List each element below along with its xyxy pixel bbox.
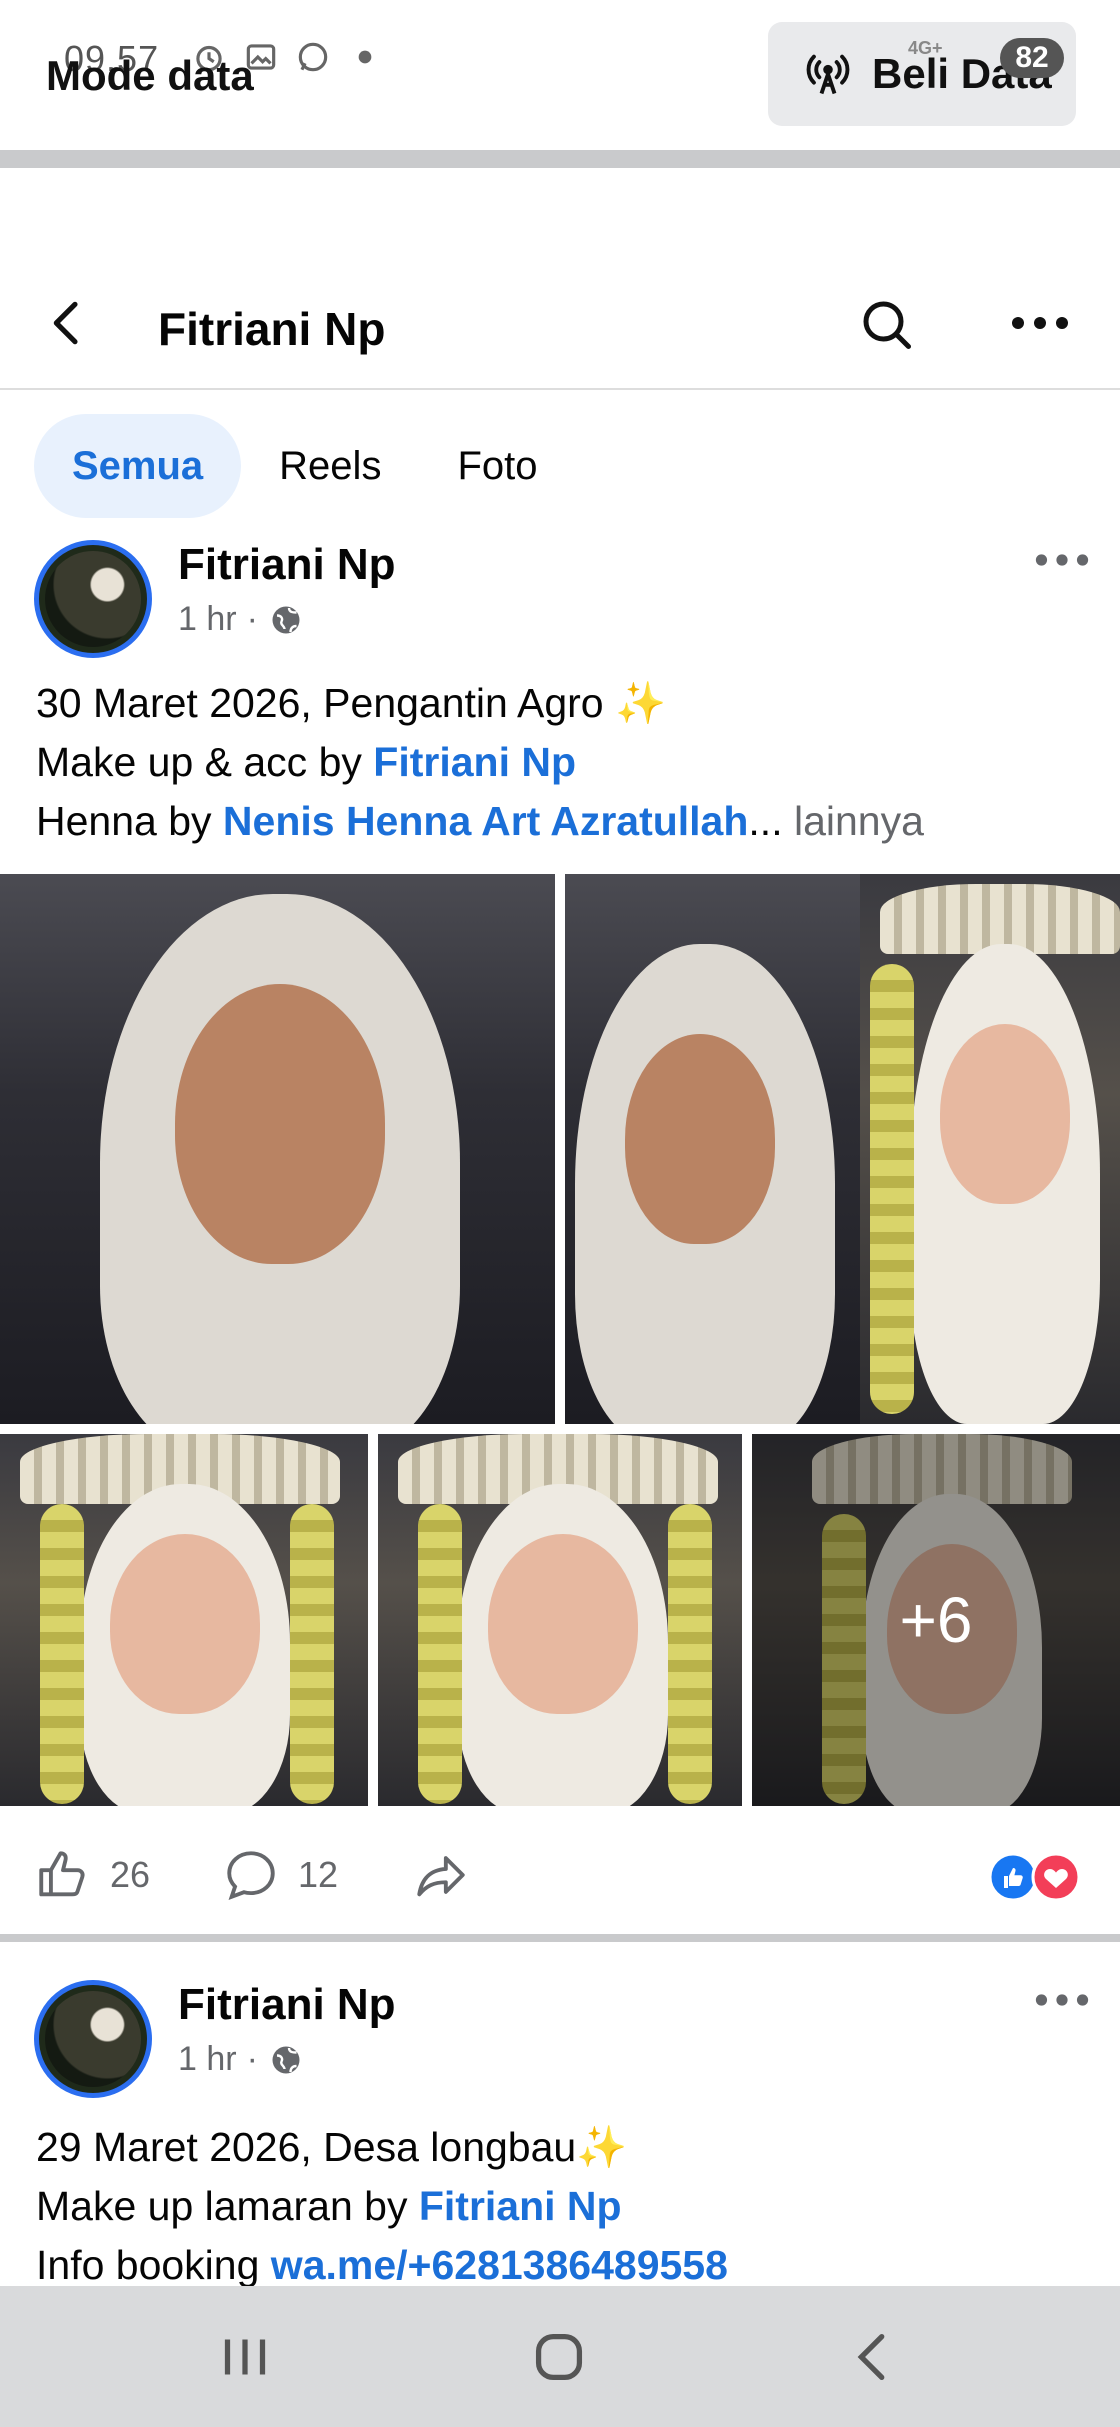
comment-button[interactable]: 12 — [222, 1846, 338, 1904]
tab-reels[interactable]: Reels — [241, 414, 419, 518]
post-header: Fitriani Np 1 hr · — [0, 540, 1120, 680]
like-button[interactable]: 26 — [34, 1846, 150, 1904]
search-icon[interactable] — [856, 294, 916, 354]
broadcast-icon — [806, 54, 850, 95]
tab-foto[interactable]: Foto — [419, 414, 575, 518]
page-header: Fitriani Np — [0, 260, 1120, 390]
post-author[interactable]: Fitriani Np — [178, 1980, 396, 2030]
post-text: 30 Maret 2026, Pengantin Agro ✨ Make up … — [36, 674, 924, 851]
post-line-text: Henna by — [36, 798, 223, 844]
network-indicator: 4G+ — [908, 38, 943, 58]
post-more-icon[interactable] — [1034, 1988, 1090, 2012]
tag-link[interactable]: Fitriani Np — [373, 739, 576, 785]
banner-divider — [0, 150, 1120, 168]
whatsapp-link[interactable]: wa.me/+6281386489558 — [271, 2242, 728, 2288]
post-time[interactable]: 1 hr — [178, 2040, 237, 2079]
whatsapp-icon — [298, 42, 328, 72]
post-text: 29 Maret 2026, Desa longbau✨ Make up lam… — [36, 2118, 728, 2295]
globe-icon — [272, 2046, 300, 2073]
globe-icon — [272, 606, 300, 633]
post-photo[interactable] — [0, 874, 555, 1424]
more-options-icon[interactable] — [1010, 308, 1070, 338]
avatar[interactable] — [34, 1980, 152, 2098]
post-meta: 1 hr · — [178, 600, 304, 639]
post-line: 30 Maret 2026, Pengantin Agro ✨ — [36, 674, 924, 733]
post-line-text: 30 Maret 2026, Pengantin Agro — [36, 680, 615, 726]
post-line-text: Info booking — [36, 2242, 271, 2288]
post-divider — [0, 1934, 1120, 1942]
post-photo[interactable] — [378, 1434, 742, 1806]
home-icon[interactable] — [524, 2322, 594, 2392]
post-line-text: Make up & acc by — [36, 739, 374, 785]
post-more-icon[interactable] — [1034, 548, 1090, 572]
share-button[interactable] — [412, 1846, 470, 1904]
post-photo[interactable] — [565, 874, 860, 1424]
notification-dot-icon — [358, 50, 372, 64]
post-header: Fitriani Np 1 hr · — [0, 1980, 1120, 2120]
post-line: Make up & acc by Fitriani Np — [36, 733, 924, 792]
like-count: 26 — [110, 1854, 151, 1895]
sparkle-icon: ✨ — [614, 680, 667, 726]
tag-link[interactable]: Nenis Henna Art Azratullah — [223, 798, 749, 844]
system-nav-bar — [0, 2286, 1120, 2427]
back-arrow-icon[interactable] — [40, 295, 96, 351]
reactions-icon[interactable] — [988, 1852, 1088, 1902]
thumbs-up-icon — [39, 1851, 85, 1897]
post-time[interactable]: 1 hr — [178, 600, 237, 639]
meta-separator: · — [246, 600, 258, 638]
tag-link[interactable]: Fitriani Np — [419, 2183, 622, 2229]
mode-data-label: Mode data — [46, 52, 254, 99]
more-photos-count: +6 — [752, 1434, 1120, 1806]
post-photo-more[interactable]: +6 — [752, 1434, 1120, 1806]
post-actions: 26 12 — [0, 1820, 1120, 1930]
post-line: Make up lamaran by Fitriani Np — [36, 2177, 728, 2236]
post-line-text: Make up lamaran by — [36, 2183, 419, 2229]
meta-separator: · — [246, 2040, 258, 2078]
back-icon[interactable] — [838, 2322, 908, 2392]
see-more-link[interactable]: lainnya — [783, 798, 924, 844]
post-author[interactable]: Fitriani Np — [178, 540, 396, 590]
ellipsis: ... — [748, 798, 783, 844]
status-bar: 09.57 Mode data Beli Data 4G+ 82 — [0, 0, 1120, 150]
tab-semua[interactable]: Semua — [34, 414, 242, 518]
page-title: Fitriani Np — [158, 303, 386, 355]
post-line-text: 29 Maret 2026, Desa longbau — [36, 2124, 577, 2170]
share-icon — [417, 1856, 465, 1897]
post-meta: 1 hr · — [178, 2040, 304, 2079]
post-photo[interactable] — [860, 874, 1120, 1424]
sparkle-icon: ✨ — [576, 2124, 628, 2170]
filter-tabs: Semua Reels Foto — [34, 414, 575, 518]
avatar[interactable] — [34, 540, 152, 658]
post-line: Henna by Nenis Henna Art Azratullah... l… — [36, 792, 924, 851]
comment-count: 12 — [298, 1854, 339, 1895]
post-line: 29 Maret 2026, Desa longbau✨ — [36, 2118, 728, 2177]
post-photo[interactable] — [0, 1434, 368, 1806]
comment-icon — [227, 1851, 275, 1900]
battery-indicator: 82 — [1000, 38, 1064, 78]
recent-apps-icon[interactable] — [210, 2322, 280, 2392]
